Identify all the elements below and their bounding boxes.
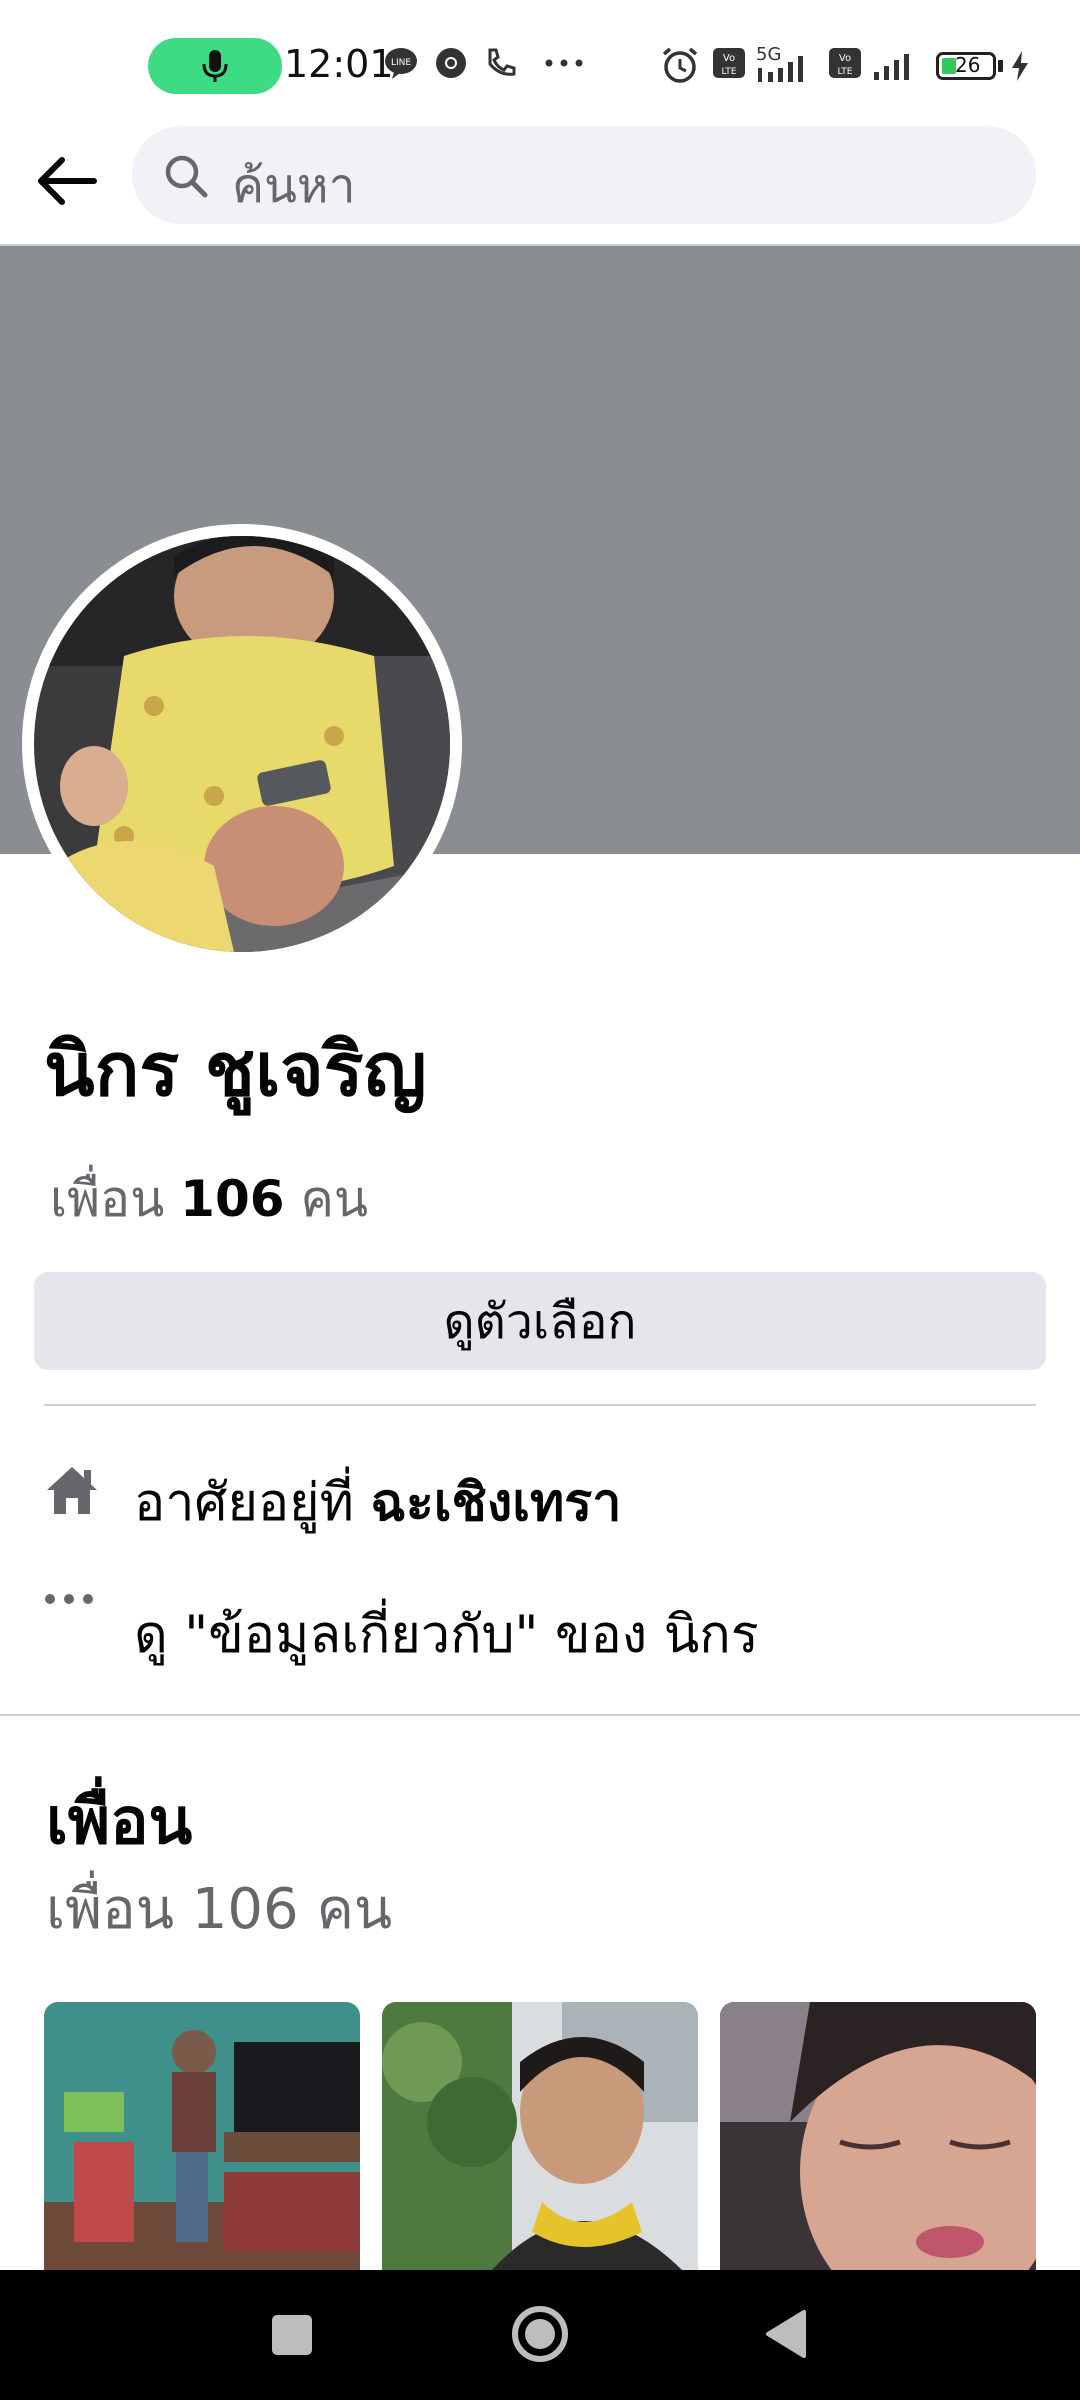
alarm-icon: [662, 47, 698, 83]
friend-photo[interactable]: [44, 2002, 360, 2270]
line-icon: LINE: [385, 48, 417, 79]
home-circle-icon: [512, 2306, 568, 2362]
view-options-button[interactable]: ดูตัวเลือก: [34, 1272, 1046, 1370]
friend-photo[interactable]: [382, 2002, 698, 2270]
signal-icon: [758, 56, 803, 82]
friends-count-line[interactable]: เพื่อน 106 คน: [50, 1160, 368, 1239]
volte-icon: Vo LTE: [713, 48, 745, 78]
status-bar: 12:01 LINE Vo LTE 5G Vo LTE 26: [0, 0, 1080, 130]
search-placeholder: ค้นหา: [232, 158, 356, 214]
phone-icon: [488, 48, 516, 76]
lives-in-place[interactable]: ฉะเชิงเทรา: [370, 1473, 621, 1533]
divider: [44, 1404, 1036, 1406]
home-icon: [47, 1467, 97, 1514]
friends-count: 106: [180, 1170, 285, 1228]
friend-photo[interactable]: [720, 2002, 1036, 2270]
system-nav-bar: [0, 2270, 1080, 2400]
search-icon: [165, 155, 208, 198]
back-nav-button[interactable]: [726, 2270, 846, 2400]
volte-icon-2: Vo LTE: [829, 48, 861, 78]
charging-icon: [1012, 51, 1028, 81]
lives-in-prefix: อาศัยอยู่ที่: [134, 1473, 354, 1533]
about-link[interactable]: ดู "ข้อมูลเกี่ยวกับ" ของ นิกร: [134, 1592, 759, 1675]
more-icon: [45, 1594, 93, 1604]
battery-level: 26: [955, 53, 981, 77]
about-row[interactable]: ดู "ข้อมูลเกี่ยวกับ" ของ นิกร: [44, 1582, 1044, 1672]
friends-suffix: คน: [300, 1170, 369, 1228]
profile-name: นิกร ชูเจริญ: [44, 1027, 427, 1113]
battery-icon: 26: [936, 52, 996, 80]
chrome-icon: [436, 48, 466, 78]
back-triangle-icon: [766, 2310, 806, 2358]
profile-avatar[interactable]: [34, 536, 450, 952]
clock: 12:01: [284, 42, 394, 86]
back-arrow-icon: [38, 157, 97, 205]
friends-section-title: เพื่อน: [46, 1785, 193, 1859]
recent-apps-icon: [272, 2315, 312, 2355]
friends-section-subtitle: เพื่อน 106 คน: [46, 1877, 393, 1942]
svg-text:LINE: LINE: [391, 58, 411, 68]
lives-in-row: อาศัยอยู่ที่ ฉะเชิงเทรา: [44, 1450, 1044, 1540]
battery-tip: [998, 60, 1003, 72]
mic-active-pill[interactable]: [148, 38, 282, 94]
home-nav-button[interactable]: [480, 2270, 600, 2400]
svg-text:Vo: Vo: [839, 53, 851, 64]
svg-text:LTE: LTE: [722, 67, 737, 77]
back-button[interactable]: [32, 146, 102, 216]
mic-icon: [202, 50, 228, 82]
svg-text:Vo: Vo: [723, 53, 735, 64]
signal-icon-2: [874, 54, 909, 80]
recent-apps-button[interactable]: [232, 2270, 352, 2400]
friends-prefix: เพื่อน: [50, 1170, 165, 1228]
section-separator: [0, 1714, 1080, 1716]
search-input[interactable]: ค้นหา: [132, 126, 1036, 224]
svg-text:LTE: LTE: [838, 67, 853, 77]
search-header: ค้นหา: [0, 120, 1080, 246]
more-status-icon: [545, 59, 583, 67]
